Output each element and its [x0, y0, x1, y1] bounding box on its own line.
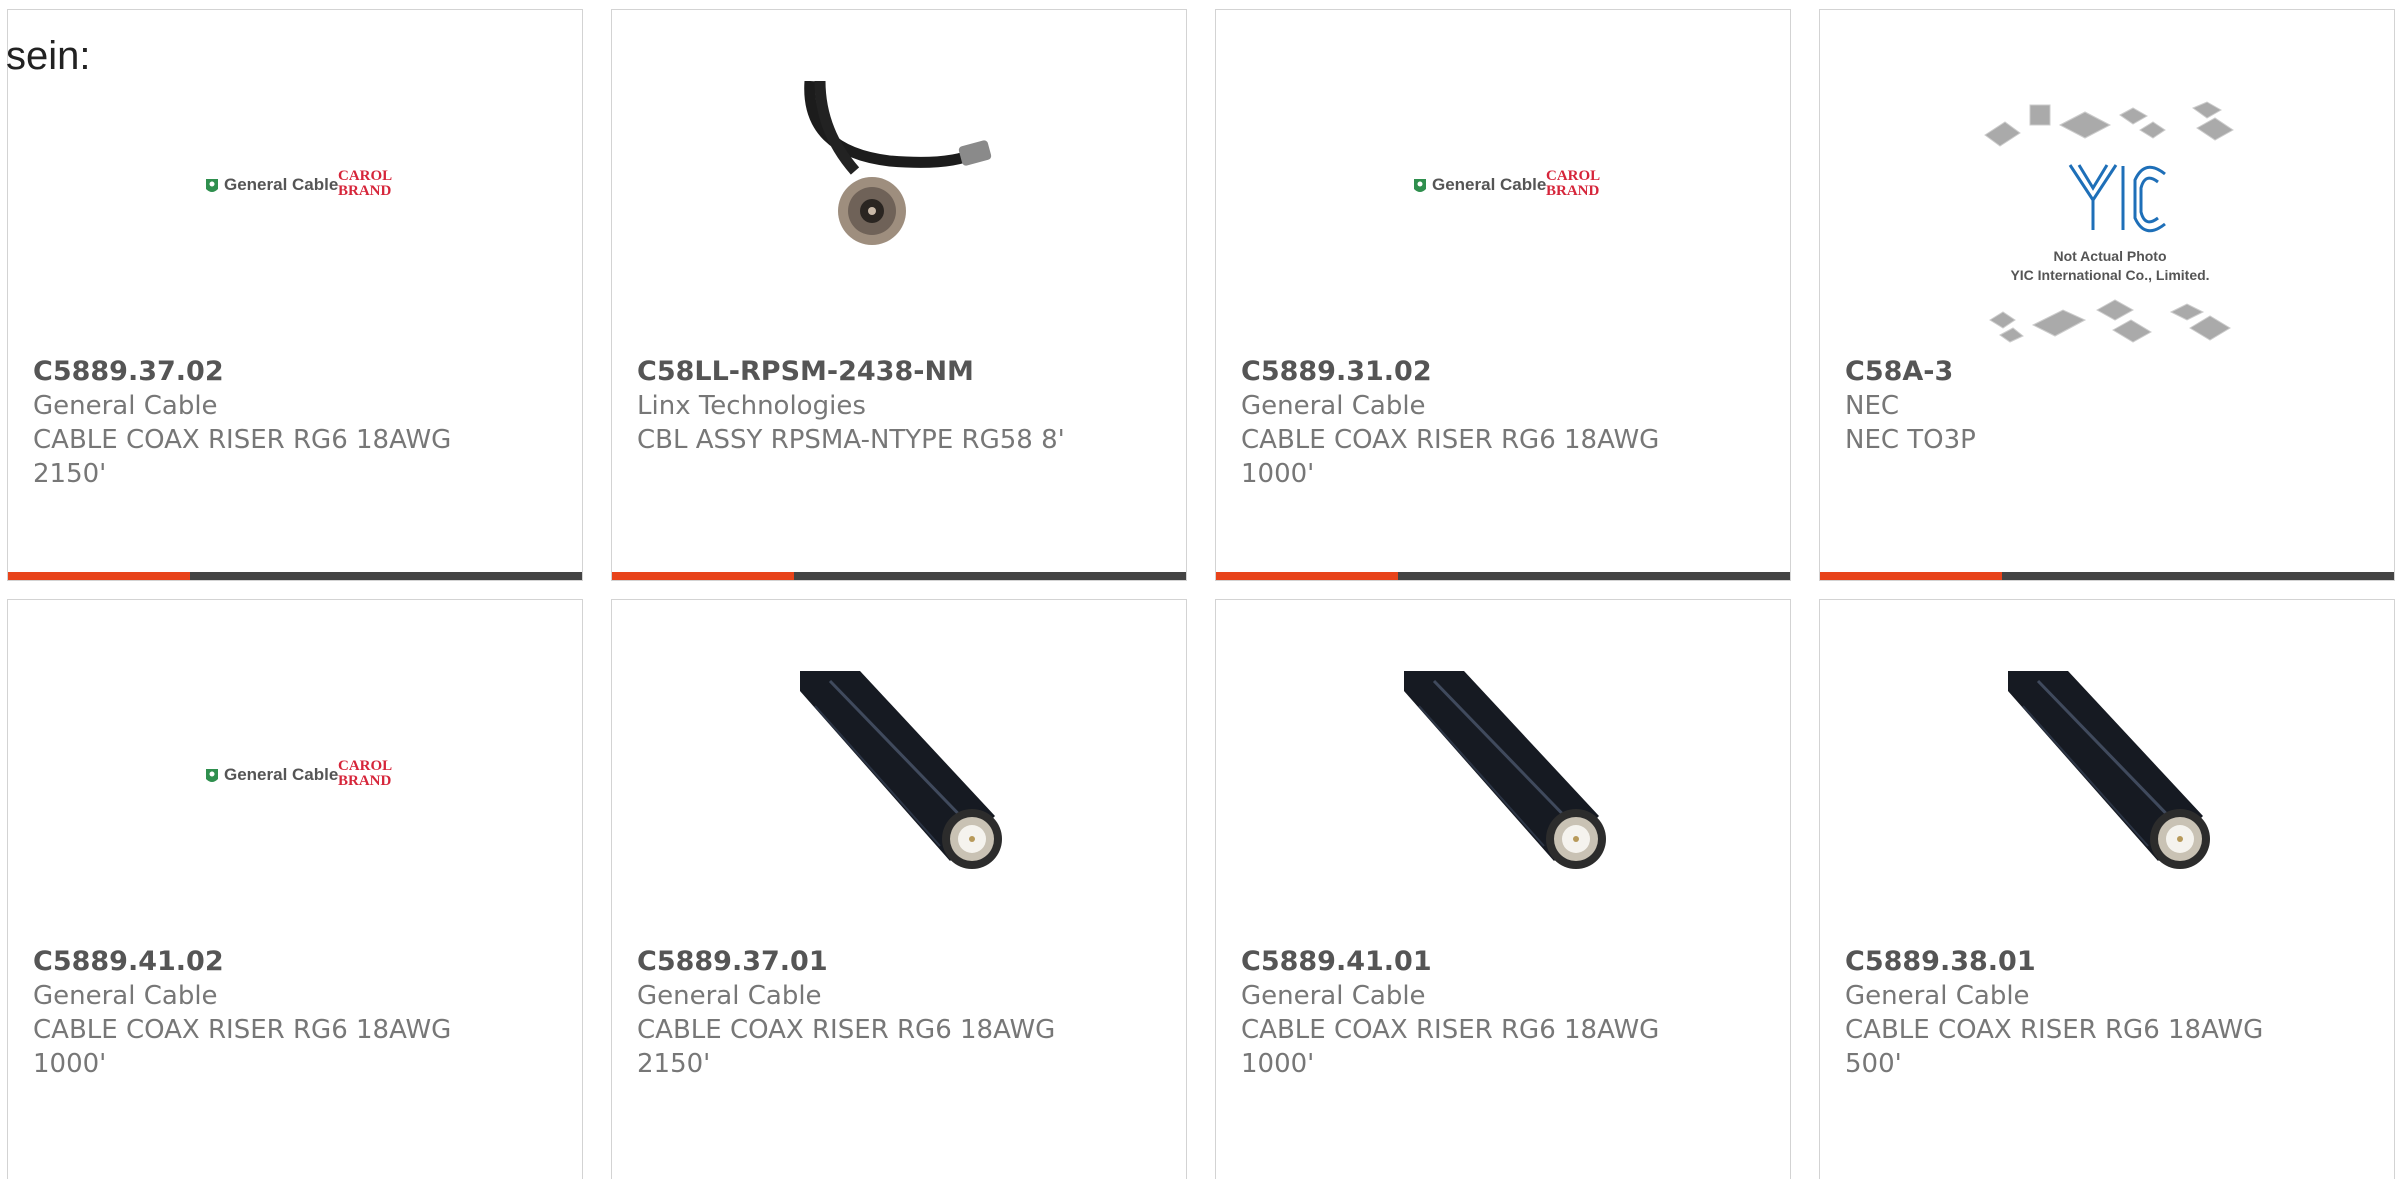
svg-text:Not Actual Photo: Not Actual Photo	[2053, 248, 2166, 264]
general-cable-logo: General Cable CAROL BRAND	[1404, 81, 1606, 283]
card-progress-bar	[1216, 572, 1790, 580]
cable-assembly-photo	[800, 80, 1002, 283]
part-number[interactable]: C58LL-RPSM-2438-NM	[637, 355, 1166, 389]
card-progress-bar	[612, 572, 1186, 580]
general-cable-logo: General Cable CAROL BRAND	[196, 671, 398, 873]
manufacturer: General Cable	[1241, 981, 1426, 1011]
part-number[interactable]: C5889.37.01	[637, 945, 1166, 979]
product-card[interactable]: C5889.38.01 General Cable CABLE COAX RIS…	[1819, 599, 2395, 1179]
part-number[interactable]: C5889.38.01	[1845, 945, 2374, 979]
description: CABLE COAX RISER RG6 18AWG 2150'	[637, 1015, 1056, 1079]
product-card[interactable]: General Cable CAROL BRAND C5889.41.02 Ge…	[7, 599, 583, 1179]
part-number[interactable]: C58A-3	[1845, 355, 2374, 389]
card-progress-bar	[1820, 572, 2394, 580]
product-card[interactable]: C5889.41.01 General Cable CABLE COAX RIS…	[1215, 599, 1791, 1179]
intro-text: sein:	[6, 34, 91, 78]
product-card[interactable]: C58LL-RPSM-2438-NM Linx Technologies CBL…	[611, 9, 1187, 581]
coax-cable-photo	[800, 671, 1002, 873]
manufacturer: General Cable	[1845, 981, 2030, 1011]
description: NEC TO3P	[1845, 425, 1976, 455]
product-card[interactable]: Not Actual Photo YIC International Co., …	[1819, 9, 2395, 581]
part-number[interactable]: C5889.37.02	[33, 355, 562, 389]
description: CBL ASSY RPSMA-NTYPE RG58 8'	[637, 425, 1065, 455]
product-card[interactable]: General Cable CAROL BRAND C5889.37.02 Ge…	[7, 9, 583, 581]
svg-text:CAROL: CAROL	[338, 168, 392, 184]
logo-brand-text: General Cable	[224, 765, 338, 784]
card-progress-bar	[8, 572, 582, 580]
manufacturer: General Cable	[1241, 391, 1426, 421]
manufacturer: NEC	[1845, 391, 1900, 421]
svg-text:BRAND: BRAND	[338, 183, 392, 199]
description: CABLE COAX RISER RG6 18AWG 1000'	[1241, 1015, 1660, 1079]
manufacturer: General Cable	[33, 391, 218, 421]
coax-cable-photo	[1404, 671, 1606, 873]
logo-brand-text: General Cable	[224, 175, 338, 194]
description: CABLE COAX RISER RG6 18AWG 1000'	[33, 1015, 452, 1079]
svg-text:BRAND: BRAND	[1546, 183, 1600, 199]
logo-brand-text: General Cable	[1432, 175, 1546, 194]
part-number[interactable]: C5889.31.02	[1241, 355, 1770, 389]
description: CABLE COAX RISER RG6 18AWG 500'	[1845, 1015, 2264, 1079]
manufacturer: General Cable	[33, 981, 218, 1011]
svg-text:YIC International Co., Limited: YIC International Co., Limited.	[2010, 267, 2209, 283]
svg-text:CAROL: CAROL	[1546, 168, 1600, 184]
description: CABLE COAX RISER RG6 18AWG 1000'	[1241, 425, 1660, 489]
coax-cable-photo	[2008, 671, 2210, 873]
manufacturer: General Cable	[637, 981, 822, 1011]
part-number[interactable]: C5889.41.01	[1241, 945, 1770, 979]
svg-text:BRAND: BRAND	[338, 773, 392, 789]
description: CABLE COAX RISER RG6 18AWG 2150'	[33, 425, 452, 489]
product-card[interactable]: C5889.37.01 General Cable CABLE COAX RIS…	[611, 599, 1187, 1179]
placeholder-photo: Not Actual Photo YIC International Co., …	[1975, 100, 2245, 350]
product-card[interactable]: General Cable CAROL BRAND C5889.31.02 Ge…	[1215, 9, 1791, 581]
svg-text:CAROL: CAROL	[338, 758, 392, 774]
part-number[interactable]: C5889.41.02	[33, 945, 562, 979]
manufacturer: Linx Technologies	[637, 391, 866, 421]
general-cable-logo: General Cable CAROL BRAND	[196, 81, 398, 283]
